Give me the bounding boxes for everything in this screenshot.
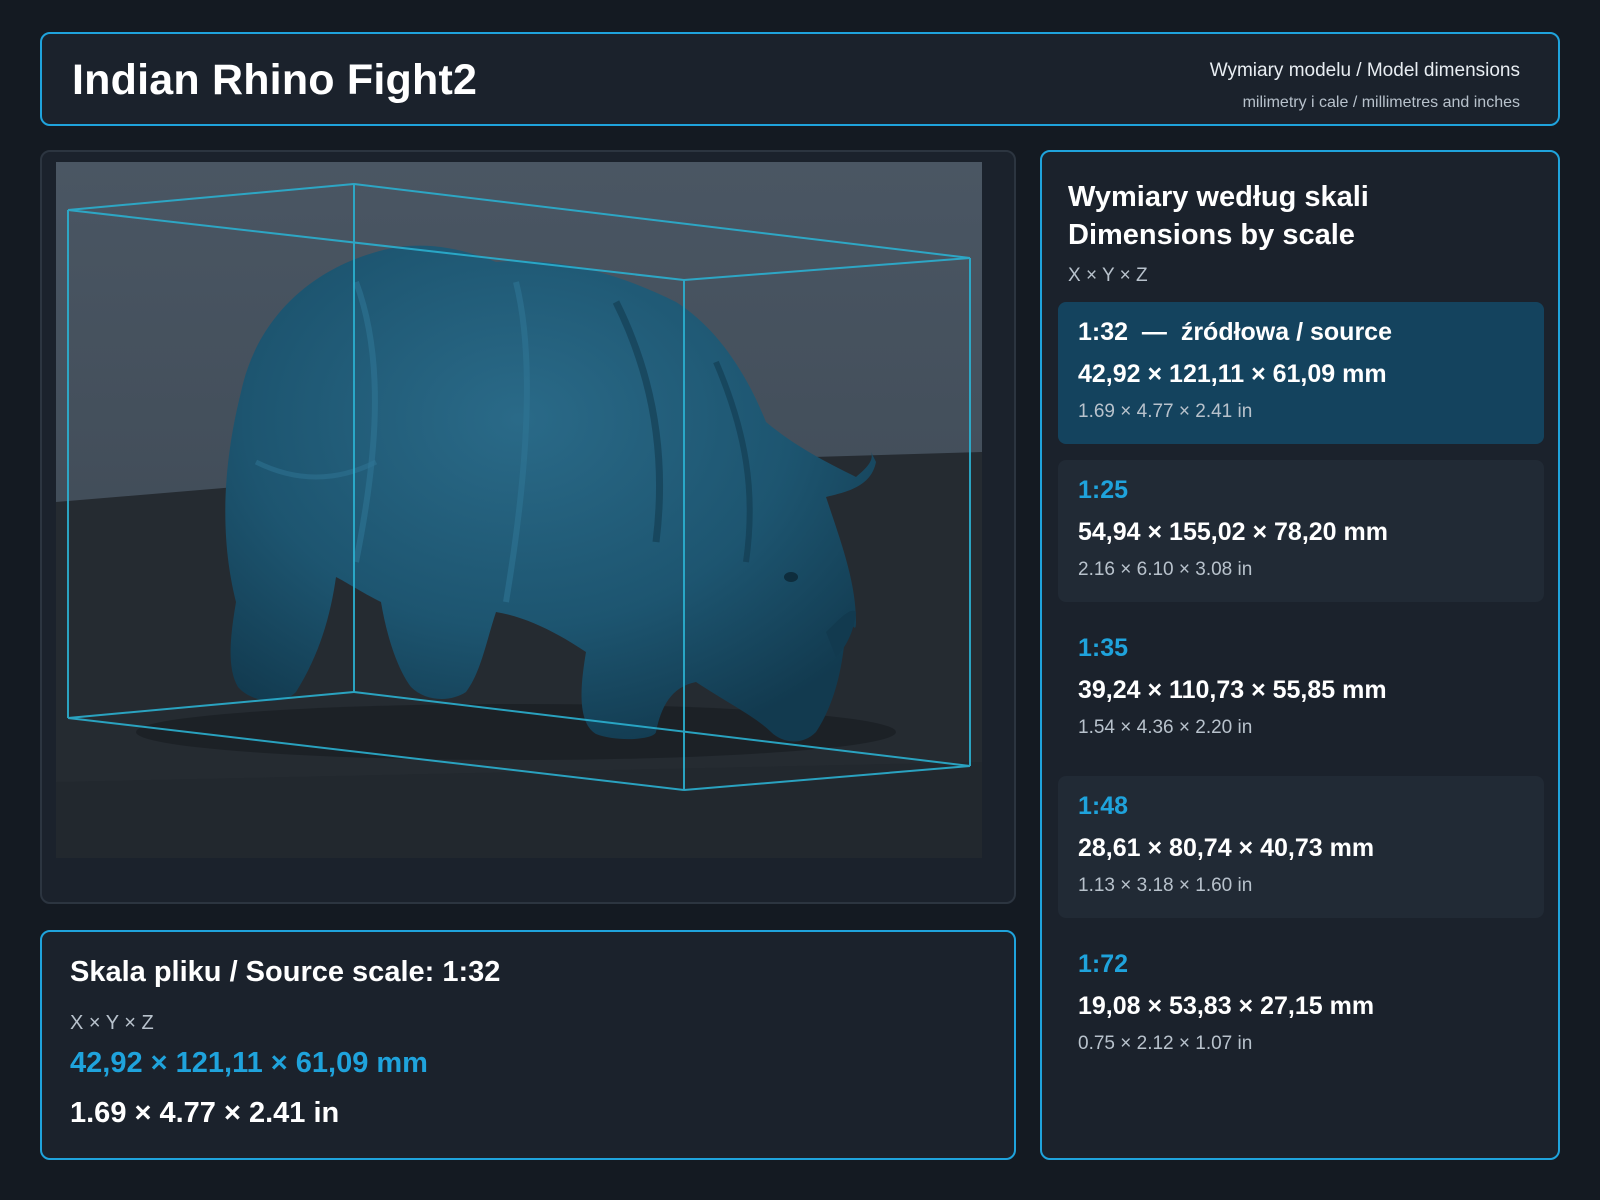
scale-row-1-25[interactable]: 1:25 54,94 × 155,02 × 78,20 mm 2.16 × 6.… <box>1058 460 1544 602</box>
scale-dimensions-in: 1.69 × 4.77 × 2.41 in <box>1078 401 1253 422</box>
source-axes-label: X × Y × Z <box>70 1012 154 1034</box>
scale-dimensions-mm: 54,94 × 155,02 × 78,20 mm <box>1078 518 1388 546</box>
scale-dimensions-in: 0.75 × 2.12 × 1.07 in <box>1078 1033 1253 1054</box>
model-render <box>56 162 982 858</box>
model-title: Indian Rhino Fight2 <box>72 56 478 104</box>
scale-dimensions-mm: 42,92 × 121,11 × 61,09 mm <box>1078 360 1387 388</box>
scale-label: 1:32 — źródłowa / source <box>1078 318 1392 346</box>
scale-dimensions-in: 1.54 × 4.36 × 2.20 in <box>1078 717 1253 738</box>
scale-label: 1:72 <box>1078 950 1129 978</box>
source-scale-panel: Skala pliku / Source scale: 1:32 X × Y ×… <box>40 930 1016 1160</box>
source-dimensions-mm: 42,92 × 121,11 × 61,09 mm <box>70 1047 428 1079</box>
scale-dimensions-mm: 28,61 × 80,74 × 40,73 mm <box>1078 834 1375 862</box>
source-scale-title: Skala pliku / Source scale: 1:32 <box>70 956 501 988</box>
header-units-note: milimetry i cale / millimetres and inche… <box>1242 94 1520 111</box>
scale-label: 1:25 <box>1078 476 1129 504</box>
scales-title-pl: Wymiary według skali <box>1068 181 1369 213</box>
scale-row-1-72[interactable]: 1:72 19,08 × 53,83 × 27,15 mm 0.75 × 2.1… <box>1058 934 1544 1076</box>
scale-label: 1:48 <box>1078 792 1129 820</box>
scale-row-1-32[interactable]: 1:32 — źródłowa / source 42,92 × 121,11 … <box>1058 302 1544 444</box>
header-panel: Indian Rhino Fight2 Wymiary modelu / Mod… <box>40 32 1560 126</box>
scales-panel: Wymiary według skali Dimensions by scale… <box>1040 150 1560 1160</box>
scale-label: 1:35 <box>1078 634 1129 662</box>
source-dimensions-in: 1.69 × 4.77 × 2.41 in <box>70 1097 340 1129</box>
scales-title: Wymiary według skali Dimensions by scale <box>1068 178 1528 254</box>
scale-row-1-48[interactable]: 1:48 28,61 × 80,74 × 40,73 mm 1.13 × 3.1… <box>1058 776 1544 918</box>
scale-row-1-35[interactable]: 1:35 39,24 × 110,73 × 55,85 mm 1.54 × 4.… <box>1058 618 1544 760</box>
model-viewer[interactable] <box>40 150 1016 904</box>
scale-dimensions-in: 2.16 × 6.10 × 3.08 in <box>1078 559 1253 580</box>
scales-title-en: Dimensions by scale <box>1068 219 1355 251</box>
header-subtitle: Wymiary modelu / Model dimensions <box>1209 60 1520 81</box>
scale-dimensions-mm: 39,24 × 110,73 × 55,85 mm <box>1078 676 1387 704</box>
scale-dimensions-in: 1.13 × 3.18 × 1.60 in <box>1078 875 1253 896</box>
scale-dimensions-mm: 19,08 × 53,83 × 27,15 mm <box>1078 992 1375 1020</box>
scales-axes-label: X × Y × Z <box>1068 265 1148 286</box>
